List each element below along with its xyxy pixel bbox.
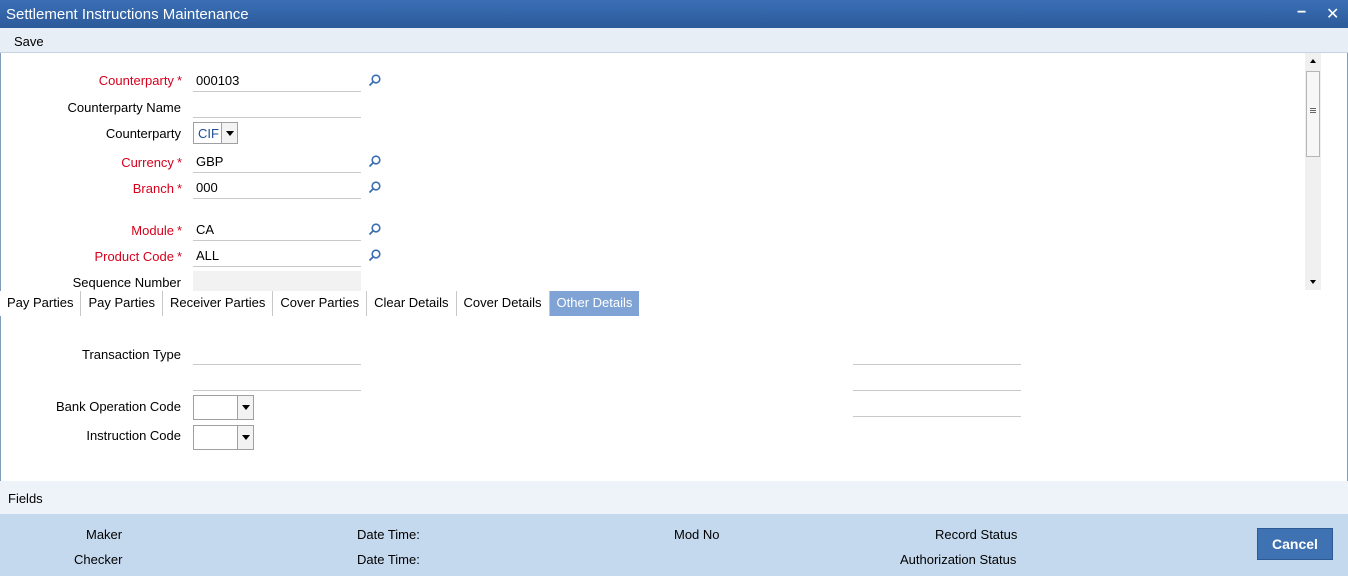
cancel-button[interactable]: Cancel bbox=[1257, 528, 1333, 560]
scroll-up-icon[interactable] bbox=[1305, 53, 1321, 69]
tab-other-details[interactable]: Other Details bbox=[549, 291, 640, 316]
tab-pay-parties[interactable]: Pay Parties bbox=[0, 291, 82, 316]
currency-input[interactable]: GBP bbox=[193, 151, 361, 173]
toolbar: Save bbox=[0, 28, 1348, 53]
checker-date-time-label: Date Time: bbox=[357, 552, 420, 567]
vertical-scrollbar[interactable] bbox=[1305, 53, 1321, 290]
counterparty-search-icon[interactable] bbox=[368, 73, 382, 87]
tab-cover-details[interactable]: Cover Details bbox=[456, 291, 550, 316]
counterparty-label: Counterparty * bbox=[98, 73, 182, 88]
chevron-down-icon bbox=[221, 123, 237, 143]
currency-search-icon[interactable] bbox=[368, 154, 382, 168]
transaction-type-input-2[interactable] bbox=[193, 369, 361, 391]
currency-label: Currency * bbox=[121, 155, 182, 170]
title-bar: Settlement Instructions Maintenance − ✕ bbox=[0, 0, 1348, 28]
right-field-2[interactable] bbox=[853, 369, 1021, 391]
tab-strip: Pay Parties Pay Parties Receiver Parties… bbox=[0, 291, 640, 316]
instruction-code-label: Instruction Code bbox=[86, 428, 181, 443]
sequence-number-label: Sequence Number bbox=[72, 275, 181, 290]
record-status-label: Record Status bbox=[935, 527, 1018, 542]
chevron-down-icon bbox=[237, 426, 253, 449]
maker-label: Maker bbox=[86, 527, 123, 542]
branch-search-icon[interactable] bbox=[368, 180, 382, 194]
sequence-number-field bbox=[193, 271, 361, 291]
bank-operation-code-select[interactable] bbox=[193, 395, 254, 420]
branch-label: Branch * bbox=[132, 181, 182, 196]
tab-receiver-parties[interactable]: Receiver Parties bbox=[162, 291, 274, 316]
counterparty-name-field bbox=[193, 96, 361, 118]
close-icon[interactable]: ✕ bbox=[1326, 4, 1339, 24]
save-button[interactable]: Save bbox=[14, 34, 44, 49]
counterparty-type-label: Counterparty bbox=[105, 126, 181, 141]
mod-no-label: Mod No bbox=[674, 527, 720, 542]
transaction-type-label: Transaction Type bbox=[82, 347, 181, 362]
counterparty-name-label: Counterparty Name bbox=[67, 100, 181, 115]
right-field-1[interactable] bbox=[853, 343, 1021, 365]
tab-cover-parties[interactable]: Cover Parties bbox=[273, 291, 368, 316]
module-input[interactable]: CA bbox=[193, 219, 361, 241]
scroll-thumb[interactable] bbox=[1306, 71, 1320, 157]
branch-input[interactable]: 000 bbox=[193, 177, 361, 199]
chevron-down-icon bbox=[237, 396, 253, 419]
checker-label: Checker bbox=[74, 552, 123, 567]
maker-date-time-label: Date Time: bbox=[357, 527, 420, 542]
tab-pay-parties-2[interactable]: Pay Parties bbox=[81, 291, 163, 316]
tab-clear-details[interactable]: Clear Details bbox=[367, 291, 457, 316]
bank-operation-code-label: Bank Operation Code bbox=[55, 399, 181, 414]
counterparty-input[interactable]: 000103 bbox=[193, 70, 361, 92]
product-code-input[interactable]: ALL bbox=[193, 245, 361, 267]
fields-bar: Fields bbox=[0, 481, 1348, 514]
counterparty-type-select[interactable]: CIF bbox=[193, 122, 238, 144]
product-code-label: Product Code * bbox=[94, 249, 182, 264]
authorization-status-label: Authorization Status bbox=[900, 552, 1017, 567]
right-field-3[interactable] bbox=[853, 395, 1021, 417]
minimize-icon[interactable]: − bbox=[1297, 4, 1306, 22]
audit-panel: Maker Checker Date Time: Date Time: Mod … bbox=[0, 514, 1348, 576]
product-code-search-icon[interactable] bbox=[368, 248, 382, 262]
scroll-down-icon[interactable] bbox=[1305, 274, 1321, 290]
window-title: Settlement Instructions Maintenance bbox=[6, 6, 249, 23]
transaction-type-input[interactable] bbox=[193, 343, 361, 365]
fields-link[interactable]: Fields bbox=[8, 491, 43, 506]
module-label: Module * bbox=[131, 223, 182, 238]
instruction-code-select[interactable] bbox=[193, 425, 254, 450]
module-search-icon[interactable] bbox=[368, 222, 382, 236]
counterparty-type-value: CIF bbox=[198, 126, 219, 141]
